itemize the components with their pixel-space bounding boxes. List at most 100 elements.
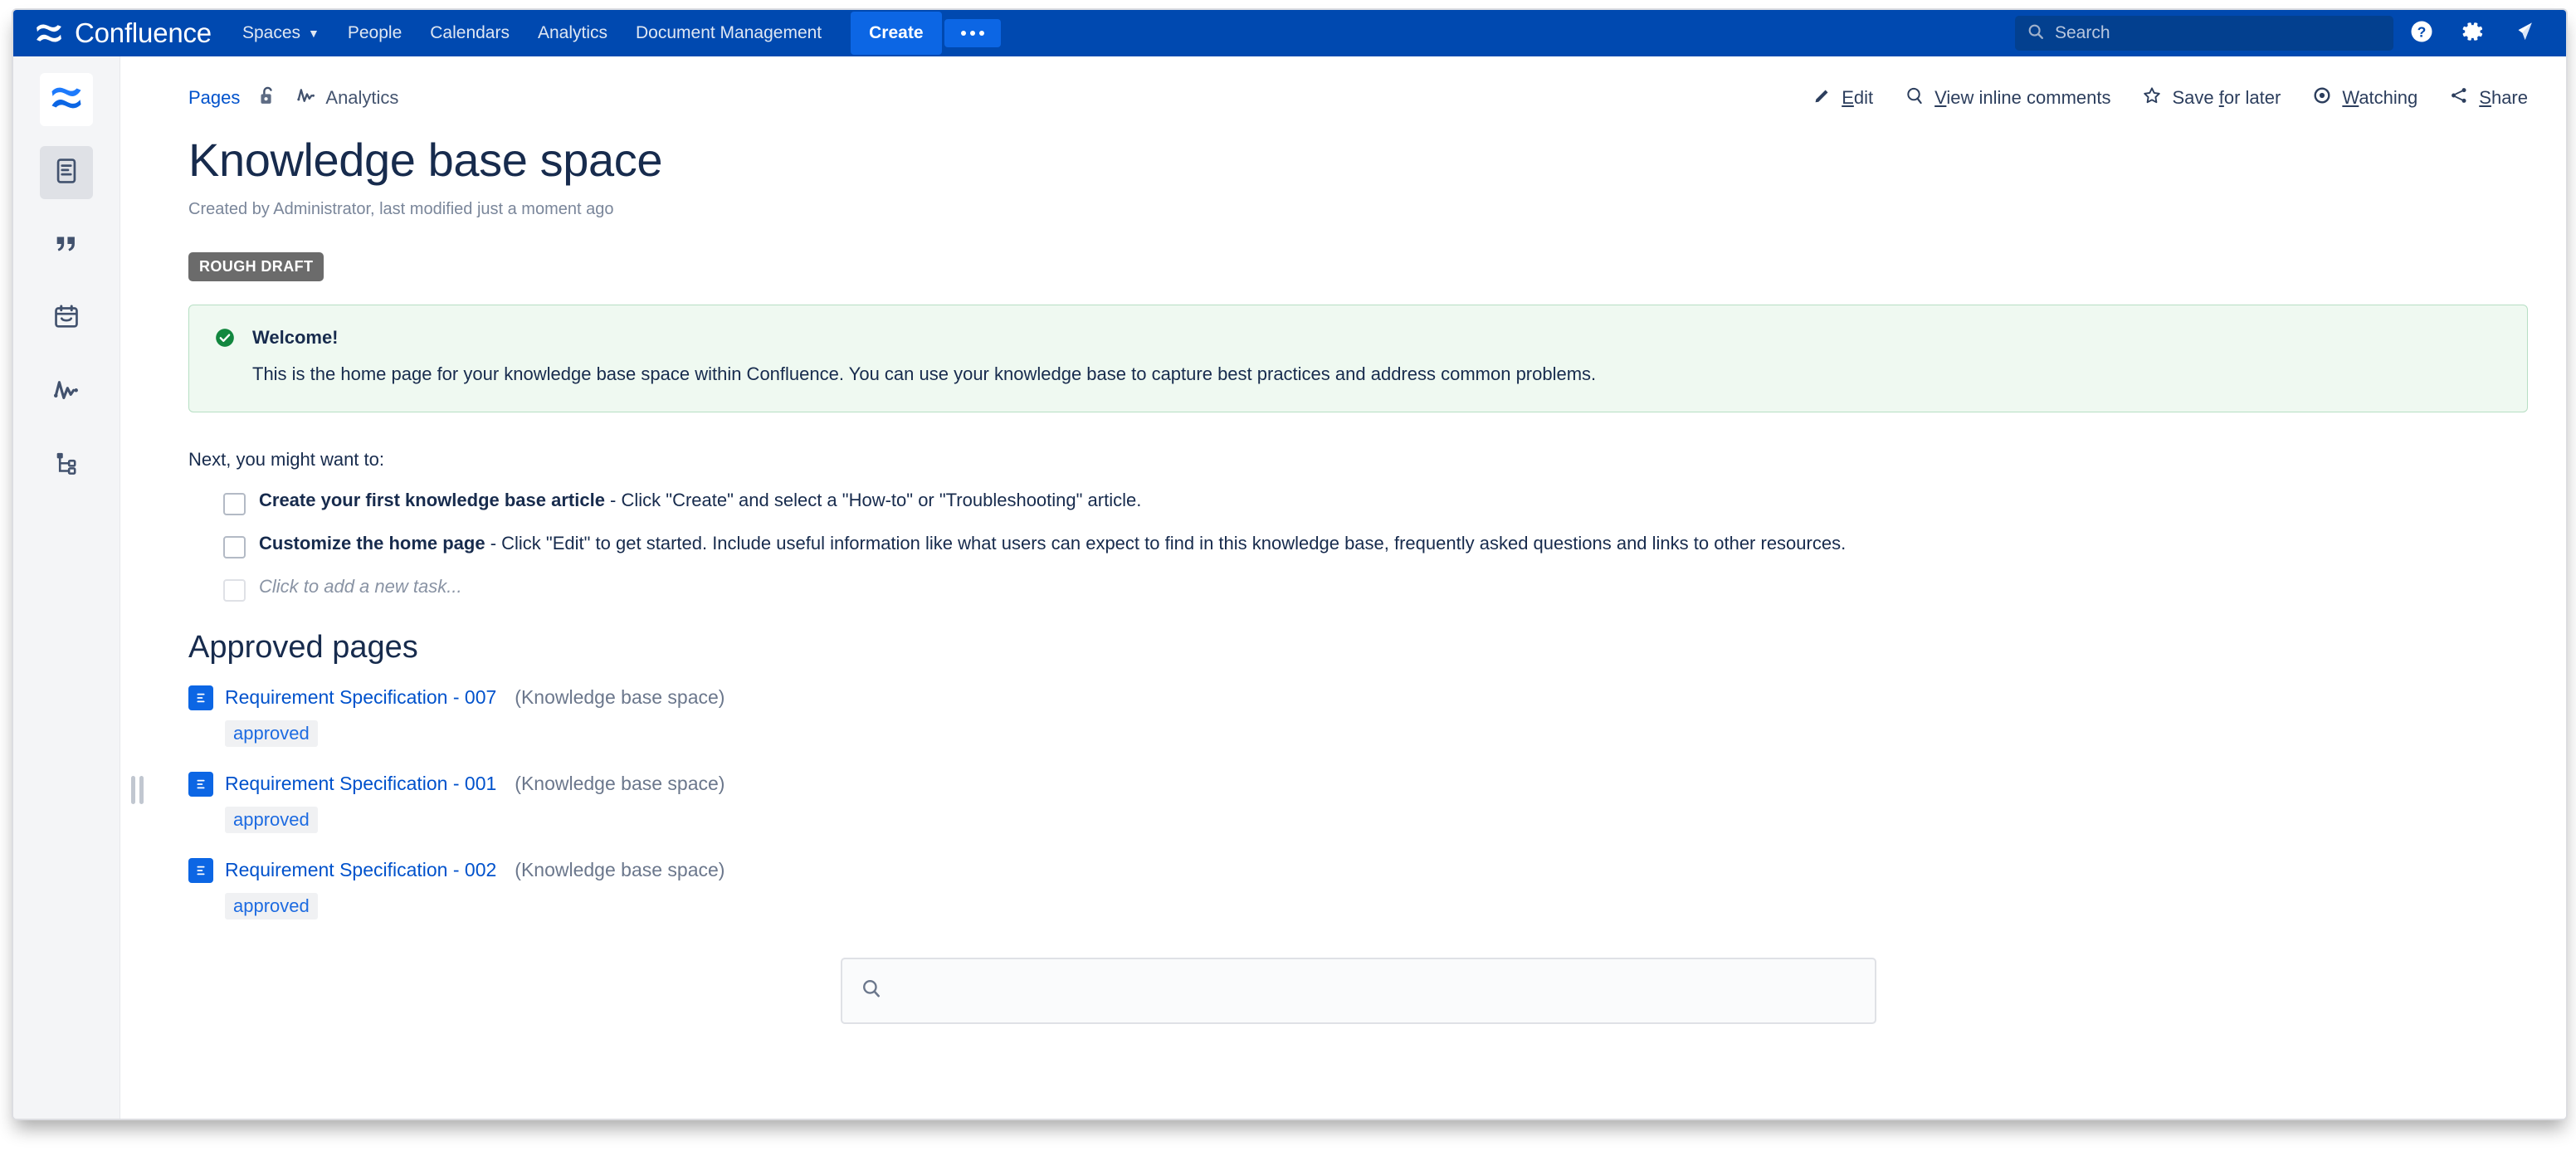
settings-button[interactable]	[2450, 10, 2496, 56]
approved-pages-heading: Approved pages	[188, 629, 418, 665]
content-search-wrap	[188, 957, 2528, 1024]
analytics-pulse-icon	[51, 375, 81, 409]
approved-page-link[interactable]: Requirement Specification - 002	[225, 859, 496, 881]
nav-right-group: Search ?	[2015, 10, 2566, 56]
share-icon	[2449, 85, 2469, 110]
welcome-panel: Welcome! This is the home page for your …	[188, 305, 2528, 412]
sidebar-item-pages[interactable]	[40, 146, 93, 199]
sidebar-item-page-tree[interactable]	[40, 438, 93, 491]
confluence-space-icon	[50, 81, 83, 119]
view-inline-comments-button[interactable]: View inline comments	[1905, 85, 2110, 110]
comment-search-icon	[1905, 85, 1925, 110]
ellipsis-dot-icon	[978, 31, 984, 36]
watching-button[interactable]: Watching	[2312, 85, 2417, 110]
nav-item-document-management[interactable]: Document Management	[622, 10, 836, 56]
welcome-panel-title: Welcome!	[252, 327, 339, 348]
global-search-input[interactable]: Search	[2015, 16, 2393, 51]
page-document-icon	[188, 857, 213, 883]
grip-bar	[130, 776, 135, 804]
sidebar-item-space-home[interactable]	[40, 73, 93, 126]
approved-page-row: Requirement Specification - 007 (Knowled…	[188, 685, 2528, 710]
calendar-icon	[52, 303, 80, 335]
page-metadata: Created by Administrator, last modified …	[188, 200, 614, 218]
task-item[interactable]: Create your first knowledge base article…	[188, 489, 2528, 515]
star-icon	[2142, 85, 2162, 110]
breadcrumb-analytics-label: Analytics	[325, 87, 399, 108]
browser-window: Confluence Spaces ▼ People Calendars Ana…	[12, 8, 2568, 1120]
create-group: Create	[851, 10, 1001, 56]
ellipsis-dot-icon	[969, 31, 975, 36]
sidebar-collapse-handle[interactable]	[127, 772, 147, 808]
main-content: Pages Analytics Edit View inline comment…	[120, 56, 2566, 1119]
nav-item-document-management-label: Document Management	[636, 23, 822, 42]
nav-item-people[interactable]: People	[334, 10, 416, 56]
approved-page-status: approved	[225, 892, 318, 919]
task-description: - Click "Create" and select a "How-to" o…	[604, 489, 1142, 510]
page-document-icon	[52, 157, 80, 189]
page-action-toolbar: Edit View inline comments Save for later…	[1813, 85, 2528, 110]
quote-icon	[52, 230, 80, 262]
list-item: Requirement Specification - 001 (Knowled…	[188, 771, 2528, 833]
sidebar-item-blog[interactable]	[40, 219, 93, 272]
page-tree-icon	[52, 449, 80, 481]
notifications-button[interactable]	[2501, 10, 2548, 56]
list-item: Requirement Specification - 007 (Knowled…	[188, 685, 2528, 747]
approved-page-link[interactable]: Requirement Specification - 001	[225, 773, 496, 795]
save-for-later-button[interactable]: Save for later	[2142, 85, 2281, 110]
view-inline-comments-label: View inline comments	[1934, 87, 2111, 108]
sidebar-item-analytics[interactable]	[40, 365, 93, 418]
nav-item-spaces[interactable]: Spaces ▼	[228, 10, 334, 56]
watching-label: Watching	[2342, 87, 2418, 108]
search-icon	[2027, 22, 2045, 45]
eye-icon	[2312, 85, 2332, 110]
edit-button[interactable]: Edit	[1813, 86, 1873, 110]
ellipsis-dot-icon	[960, 31, 966, 36]
task-checkbox[interactable]	[223, 578, 246, 602]
task-text: Customize the home page - Click "Edit" t…	[259, 532, 1846, 556]
nav-item-calendars-label: Calendars	[430, 23, 510, 42]
success-check-icon	[214, 327, 236, 387]
approved-page-space: (Knowledge base space)	[515, 773, 725, 795]
breadcrumb: Pages Analytics	[188, 85, 398, 111]
task-checkbox[interactable]	[223, 492, 246, 515]
tasks-intro: Next, you might want to:	[188, 448, 384, 470]
task-checkbox[interactable]	[223, 535, 246, 558]
task-item-placeholder[interactable]: Click to add a new task...	[188, 575, 2528, 602]
page-title: Knowledge base space	[188, 134, 663, 186]
approved-page-row: Requirement Specification - 002 (Knowled…	[188, 857, 2528, 883]
task-title: Create your first knowledge base article	[259, 489, 605, 510]
breadcrumb-pages-link[interactable]: Pages	[188, 87, 240, 109]
task-item[interactable]: Customize the home page - Click "Edit" t…	[188, 532, 2528, 558]
welcome-panel-text: This is the home page for your knowledge…	[252, 363, 1597, 384]
task-text: Create your first knowledge base article…	[259, 489, 1141, 513]
nav-item-analytics[interactable]: Analytics	[524, 10, 622, 56]
help-button[interactable]: ?	[2398, 10, 2445, 56]
nav-item-calendars[interactable]: Calendars	[416, 10, 524, 56]
content-search-input[interactable]	[840, 957, 1876, 1024]
approved-page-link[interactable]: Requirement Specification - 007	[225, 686, 496, 709]
unlocked-padlock-icon[interactable]	[258, 85, 277, 111]
task-placeholder-text: Click to add a new task...	[259, 575, 462, 597]
search-icon	[861, 978, 882, 1003]
page-container: Pages Analytics Edit View inline comment…	[120, 56, 2566, 1024]
global-navigation-bar: Confluence Spaces ▼ People Calendars Ana…	[13, 10, 2566, 56]
task-list: Create your first knowledge base article…	[188, 489, 2528, 602]
breadcrumb-analytics-link[interactable]: Analytics	[295, 85, 398, 111]
approved-page-status: approved	[225, 806, 318, 833]
approved-page-row: Requirement Specification - 001 (Knowled…	[188, 771, 2528, 797]
grip-bar	[139, 776, 144, 804]
page-document-icon	[188, 685, 213, 710]
share-button[interactable]: Share	[2449, 85, 2528, 110]
space-sidebar-rail	[13, 56, 120, 1119]
sidebar-item-calendars[interactable]	[40, 292, 93, 345]
edit-button-label: Edit	[1842, 87, 1874, 108]
brand-name: Confluence	[75, 17, 212, 48]
help-icon: ?	[2409, 19, 2434, 48]
pencil-icon	[1813, 86, 1832, 110]
create-more-button[interactable]	[944, 19, 1001, 47]
confluence-home-link[interactable]: Confluence	[13, 10, 228, 56]
welcome-panel-body: Welcome! This is the home page for your …	[252, 327, 2502, 387]
analytics-pulse-icon	[295, 85, 317, 111]
create-button[interactable]: Create	[851, 12, 942, 55]
save-for-later-label: Save for later	[2172, 87, 2281, 108]
